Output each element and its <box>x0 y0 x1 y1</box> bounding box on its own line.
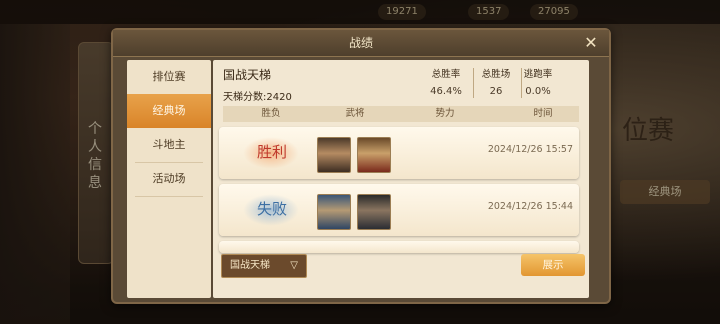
divider <box>135 196 203 197</box>
stat-win-rate: 总胜率 46.4% <box>423 66 469 97</box>
mode-menu: 排位赛 经典场 斗地主 活动场 <box>127 60 211 298</box>
table-header: 胜负 武将 势力 时间 <box>223 106 579 122</box>
stat-label: 逃跑率 <box>523 69 553 80</box>
ladder-score: 天梯分数:2420 <box>223 92 292 103</box>
record-dialog: 战绩 ✕ 排位赛 经典场 斗地主 活动场 国战天梯 天梯分数:2420 总胜率 … <box>111 28 611 304</box>
column-header: 时间 <box>533 108 553 119</box>
stat-label: 总胜率 <box>431 69 461 80</box>
mode-dropdown[interactable]: 国战天梯 ▽ <box>221 254 307 278</box>
dialog-title: 战绩 <box>348 36 373 50</box>
general-portrait <box>317 137 351 173</box>
close-icon[interactable]: ✕ <box>581 33 601 53</box>
table-row[interactable] <box>219 241 579 253</box>
result-text: 失败 <box>256 200 287 218</box>
mode-title: 国战天梯 <box>223 68 272 82</box>
menu-item-classic[interactable]: 经典场 <box>127 94 211 128</box>
stat-label: 总胜场 <box>481 69 511 80</box>
show-button[interactable]: 展示 <box>521 254 585 276</box>
general-portrait <box>357 194 391 230</box>
match-time: 2024/12/26 15:57 <box>487 144 573 155</box>
column-header: 势力 <box>435 108 455 119</box>
menu-item-doudizhu[interactable]: 斗地主 <box>127 128 211 162</box>
table-row[interactable]: 胜利 2024/12/26 15:57 <box>219 127 579 179</box>
stat-escape-rate: 逃跑率 0.0% <box>515 66 561 97</box>
column-header: 胜负 <box>261 108 281 119</box>
menu-item-ranked[interactable]: 排位赛 <box>127 60 211 94</box>
stat-value: 0.0% <box>525 86 551 97</box>
stat-value: 46.4% <box>430 86 462 97</box>
table-row[interactable]: 失败 2024/12/26 15:44 <box>219 184 579 236</box>
chevron-down-icon: ▽ <box>290 260 298 271</box>
result-badge: 失败 <box>239 192 299 228</box>
result-badge: 胜利 <box>239 135 299 171</box>
general-portrait <box>317 194 351 230</box>
menu-item-event[interactable]: 活动场 <box>127 162 211 196</box>
stat-wins: 总胜场 26 <box>473 66 519 97</box>
general-portrait <box>357 137 391 173</box>
dropdown-value: 国战天梯 <box>230 260 270 271</box>
result-text: 胜利 <box>256 143 287 161</box>
stat-value: 26 <box>489 86 503 97</box>
match-time: 2024/12/26 15:44 <box>487 201 573 212</box>
column-header: 武将 <box>345 108 365 119</box>
